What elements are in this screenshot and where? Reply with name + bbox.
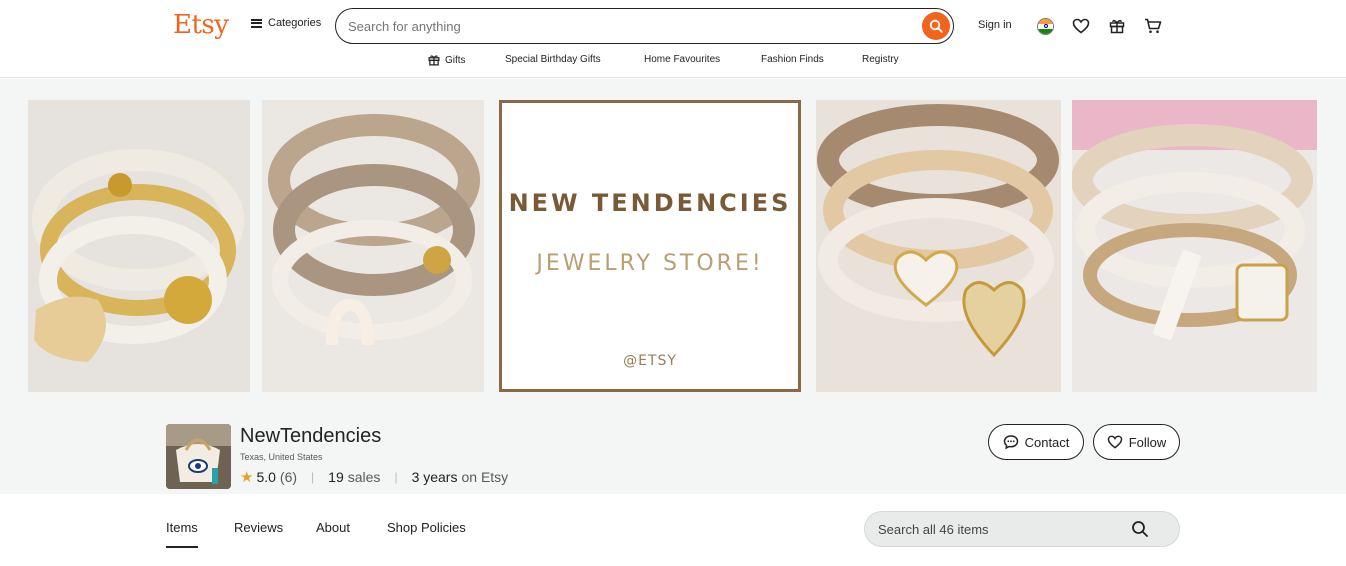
search-button[interactable] — [922, 12, 950, 40]
cart-icon — [1145, 18, 1162, 33]
shop-stats: ★ 5.0 (6) | 19 sales | 3 years on Etsy — [240, 468, 508, 486]
banner-photo-bracelets-white-gold — [28, 100, 250, 392]
banner-watermark: @ETSY — [623, 353, 677, 369]
shop-name: NewTendencies — [240, 425, 382, 447]
shop-location: Texas, United States — [240, 452, 323, 462]
banner-logo-card: NEW TENDENCIES JEWELRY STORE! @ETSY — [499, 100, 801, 392]
etsy-logo[interactable]: Etsy — [173, 10, 229, 40]
shop-tabs: Items Reviews About Shop Policies — [0, 494, 1346, 566]
categories-button[interactable]: Categories — [251, 17, 321, 29]
stats-divider: | — [311, 470, 315, 484]
shop-search-bar — [864, 511, 1180, 547]
favorites-button[interactable] — [1070, 15, 1092, 37]
search-bar — [335, 8, 954, 44]
cart-button[interactable] — [1142, 15, 1164, 37]
shop-sales-label: sales — [347, 469, 381, 485]
banner-photo-bracelets-pink — [1072, 100, 1317, 392]
shop-search-input[interactable] — [878, 520, 1118, 538]
shop-years-label: on Etsy — [461, 469, 509, 485]
banner-title: NEW TENDENCIES — [508, 189, 792, 217]
shop-review-count[interactable]: (6) — [280, 469, 297, 485]
star-icon: ★ — [240, 469, 254, 486]
menu-icon — [251, 18, 262, 28]
search-icon — [929, 19, 943, 33]
heart-icon — [1072, 18, 1090, 34]
gifts-button[interactable] — [1106, 15, 1128, 37]
banner-subtitle: JEWELRY STORE! — [536, 251, 764, 276]
shop-sales-count: 19 — [328, 469, 344, 485]
sign-in-link[interactable]: Sign in — [978, 19, 1012, 31]
subnav-home-favourites[interactable]: Home Favourites — [644, 54, 720, 65]
india-flag-icon — [1036, 17, 1054, 35]
gift-icon — [428, 55, 440, 66]
gift-icon — [1109, 19, 1125, 34]
subnav-fashion-finds[interactable]: Fashion Finds — [761, 54, 824, 65]
shop-search-button[interactable] — [1131, 520, 1149, 543]
search-input[interactable] — [348, 16, 908, 36]
categories-label: Categories — [268, 17, 322, 29]
subnav-gifts[interactable]: Gifts — [428, 54, 466, 66]
tab-reviews[interactable]: Reviews — [234, 520, 283, 535]
heart-icon — [1107, 435, 1123, 449]
shop-years: 3 years — [411, 469, 458, 485]
shop-rating[interactable]: 5.0 — [256, 469, 275, 485]
contact-button[interactable]: Contact — [988, 424, 1084, 460]
follow-button[interactable]: Follow — [1093, 424, 1180, 460]
follow-label: Follow — [1128, 434, 1167, 450]
banner-photo-bracelets-heart — [816, 100, 1061, 392]
search-icon — [1132, 521, 1148, 537]
shop-avatar[interactable] — [166, 424, 231, 489]
site-header: Etsy Categories Sign in Gifts Special Bi… — [0, 0, 1346, 78]
tab-about[interactable]: About — [316, 520, 350, 535]
category-subnav: Gifts Special Birthday Gifts Home Favour… — [0, 52, 1346, 70]
stats-divider: | — [394, 470, 398, 484]
chat-icon — [1003, 435, 1018, 450]
tab-shop-policies[interactable]: Shop Policies — [387, 520, 466, 535]
subnav-registry[interactable]: Registry — [862, 54, 899, 65]
subnav-special-birthday-gifts[interactable]: Special Birthday Gifts — [505, 54, 601, 65]
contact-label: Contact — [1024, 434, 1070, 450]
subnav-label: Gifts — [445, 54, 466, 66]
tab-items[interactable]: Items — [166, 520, 198, 548]
banner-photo-bracelets-horseshoe — [262, 100, 484, 392]
region-selector[interactable] — [1034, 15, 1056, 37]
